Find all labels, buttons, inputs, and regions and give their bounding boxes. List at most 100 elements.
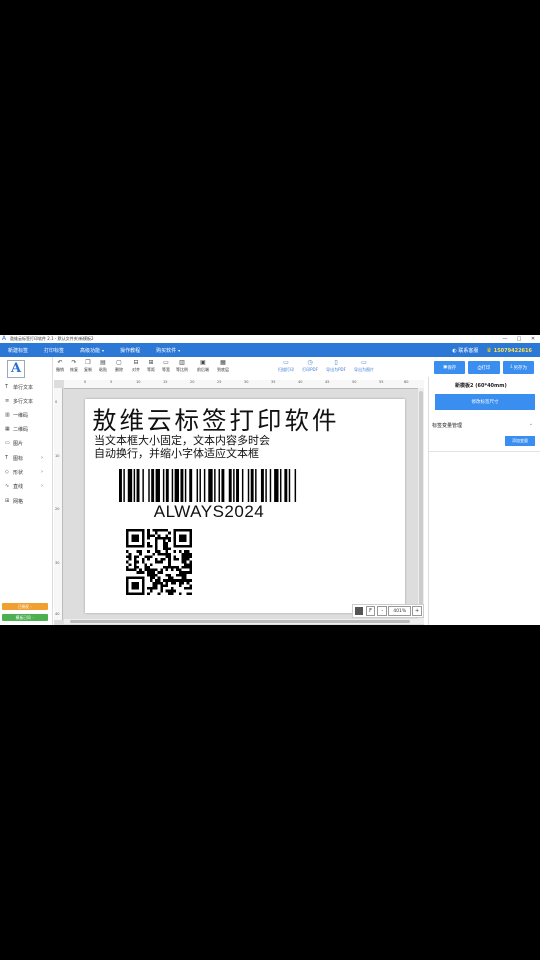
tool-multi-text[interactable]: ≡ 多行文本 [5, 396, 49, 406]
tool-label: 二维码 [13, 426, 29, 433]
minimize-button[interactable]: — [498, 336, 512, 342]
send-bottom-icon: ▥ [179, 359, 185, 366]
menu-label: 打印标签 [44, 347, 65, 354]
tool-label: 图标 [13, 455, 24, 462]
tool-icons[interactable]: T 图标 › [5, 453, 49, 463]
zoom-in-button[interactable]: + [412, 606, 422, 616]
tool-label: 到底层 [217, 367, 229, 372]
divider [429, 451, 540, 452]
delete-button[interactable]: ▢ 删除 [111, 359, 127, 373]
tool-label: 网格 [13, 498, 24, 505]
scan-print-button[interactable]: ▭ 扫描打印 [275, 359, 297, 373]
scroll-thumb[interactable] [419, 391, 423, 606]
sync-badge[interactable]: 模板已同 ◦ [2, 614, 48, 621]
crown-icon: ♛ [486, 346, 492, 354]
qrcode-graphic[interactable] [126, 529, 192, 595]
label-text-line2[interactable]: 自动换行，并缩小字体适应文本框 [94, 445, 259, 461]
barcode-graphic[interactable] [119, 469, 299, 502]
ruler-tick: 40 [55, 612, 60, 616]
vertical-scrollbar[interactable] [418, 388, 424, 619]
menu-new-label[interactable]: 新建标签 [0, 347, 36, 354]
menu-tutorial[interactable]: 操作教程 [112, 347, 148, 354]
zoom-value[interactable]: 401% [388, 606, 412, 616]
window-title: 敖维云标签打印软件 2.1 - 默认文件夹\新模板2 [10, 336, 94, 341]
front-back-icon: ▣ [200, 359, 206, 366]
equal-width-button[interactable]: ▭ 等宽 [158, 359, 174, 373]
tool-qrcode[interactable]: ▦ 二维码 [5, 424, 49, 434]
zoom-out-button[interactable]: - [377, 606, 388, 616]
menu-advanced[interactable]: 高级功能 ▾ [72, 347, 112, 354]
tool-label: 单行文本 [13, 384, 34, 391]
chevron-right-icon: › [41, 455, 43, 461]
ruler-tick: 60 [404, 380, 409, 384]
tool-sidebar: A T 单行文本 ≡ 多行文本 ▥ 一维码 ▦ 二维码 ▭ 图片 T 图标 › ◇ 形状 › ∿ 直… [0, 357, 53, 625]
label-canvas[interactable]: 敖维云标签打印软件 当文本框大小固定，文本内容多时会 自动换行，并缩小字体适应文… [85, 399, 405, 613]
ruler-tick: 15 [163, 380, 168, 384]
chevron-down-icon: ▾ [102, 347, 105, 353]
tool-grid[interactable]: ⊞ 网格 [5, 496, 49, 506]
copy-button[interactable]: ❐ 复制 [80, 359, 96, 373]
image-icon: ▭ [361, 359, 367, 366]
scroll-thumb[interactable] [70, 620, 410, 623]
tool-label: 恢复 [70, 367, 78, 372]
tool-label: 撤销 [56, 367, 64, 372]
export-pdf-button[interactable]: ▯ 导出为PDF [325, 359, 347, 373]
edit-size-button[interactable]: 修改标签尺寸 [435, 394, 535, 410]
menu-buy[interactable]: 购买软件 ▾ [148, 347, 188, 354]
tool-single-text[interactable]: T 单行文本 [5, 382, 49, 392]
font-button[interactable]: F [365, 606, 376, 616]
barcode-text: ALWAYS2024 [153, 502, 265, 521]
close-button[interactable]: ✕ [526, 336, 540, 342]
color-swatch[interactable] [355, 607, 363, 615]
license-badge[interactable]: 已授权 ◦ [2, 603, 48, 610]
tool-label: 等比例 [176, 367, 188, 372]
chevron-down-icon[interactable]: ⌄ [529, 421, 533, 427]
toolbar: ↶ 撤销 ↷ 恢复 ❐ 复制 ▤ 粘贴 ▢ 删除 ⊟ 对齐 ⊞ 等距 ▭ 等宽 ▥ 等比例 ▣ 前后… [52, 359, 382, 377]
template-name: 新模板2 (60*40mm) [455, 383, 507, 389]
add-variable-button[interactable]: 添加变量 [505, 436, 535, 446]
shape-icon: ◇ [5, 469, 9, 475]
app-window: A 敖维云标签打印软件 2.1 - 默认文件夹\新模板2 — □ ✕ 新建标签 … [0, 335, 540, 625]
phone-number: ♛ 15079422616 [486, 347, 540, 354]
equal-width-icon: ▭ [163, 359, 169, 366]
menu-label: 高级功能 [80, 347, 101, 354]
tool-label: 复制 [84, 367, 92, 372]
chevron-right-icon: › [41, 483, 43, 489]
horizontal-ruler: 0 5 10 15 20 25 30 35 40 45 50 55 60 [64, 380, 424, 389]
distribute-icon: ⊞ [148, 359, 154, 366]
ruler-tick: 55 [379, 380, 384, 384]
variable-manager-header[interactable]: 标签变量管理 [432, 422, 462, 429]
horizontal-scrollbar[interactable] [64, 619, 424, 624]
chevron-down-icon: ▾ [178, 347, 181, 353]
export-image-button[interactable]: ▭ 导出为图片 [353, 359, 375, 373]
tool-label: 导出为图片 [354, 367, 374, 372]
ruler-tick: 30 [244, 380, 249, 384]
menu-print-label[interactable]: 打印标签 [36, 347, 72, 354]
maximize-button[interactable]: □ [512, 336, 526, 342]
send-bottom-button[interactable]: ▥ 等比例 [174, 359, 190, 373]
tool-barcode[interactable]: ▥ 一维码 [5, 410, 49, 420]
align-button[interactable]: ⊟ 对齐 [128, 359, 144, 373]
delete-icon: ▢ [116, 359, 122, 366]
to-bottom-button[interactable]: ▦ 到底层 [215, 359, 231, 373]
paste-button[interactable]: ▤ 粘贴 [95, 359, 111, 373]
ruler-tick: 5 [110, 380, 113, 384]
layer-icon: ▦ [220, 359, 226, 366]
image-icon: ▭ [5, 440, 10, 446]
print-pdf-button[interactable]: ◷ 打印PDF [299, 359, 321, 373]
print-button[interactable]: ⎙ 打印 [468, 361, 500, 374]
tool-shape[interactable]: ◇ 形状 › [5, 467, 49, 477]
monitor-icon: ▭ [283, 359, 289, 366]
save-as-button[interactable]: ⇩ 另存为 [502, 361, 534, 374]
save-button[interactable]: ▣ 保存 [434, 361, 466, 374]
tool-image[interactable]: ▭ 图片 [5, 438, 49, 448]
tool-line[interactable]: ∿ 直线 › [5, 481, 49, 491]
text-icon: T [5, 384, 9, 390]
menu-label: 新建标签 [8, 347, 29, 354]
paste-icon: ▤ [100, 359, 106, 366]
distribute-button[interactable]: ⊞ 等距 [143, 359, 159, 373]
tool-label: 一维码 [13, 412, 29, 419]
contact-service-link[interactable]: ◐ 联系客服 [444, 347, 486, 354]
front-back-button[interactable]: ▣ 前后端 [195, 359, 211, 373]
tool-label: 多行文本 [13, 398, 34, 405]
